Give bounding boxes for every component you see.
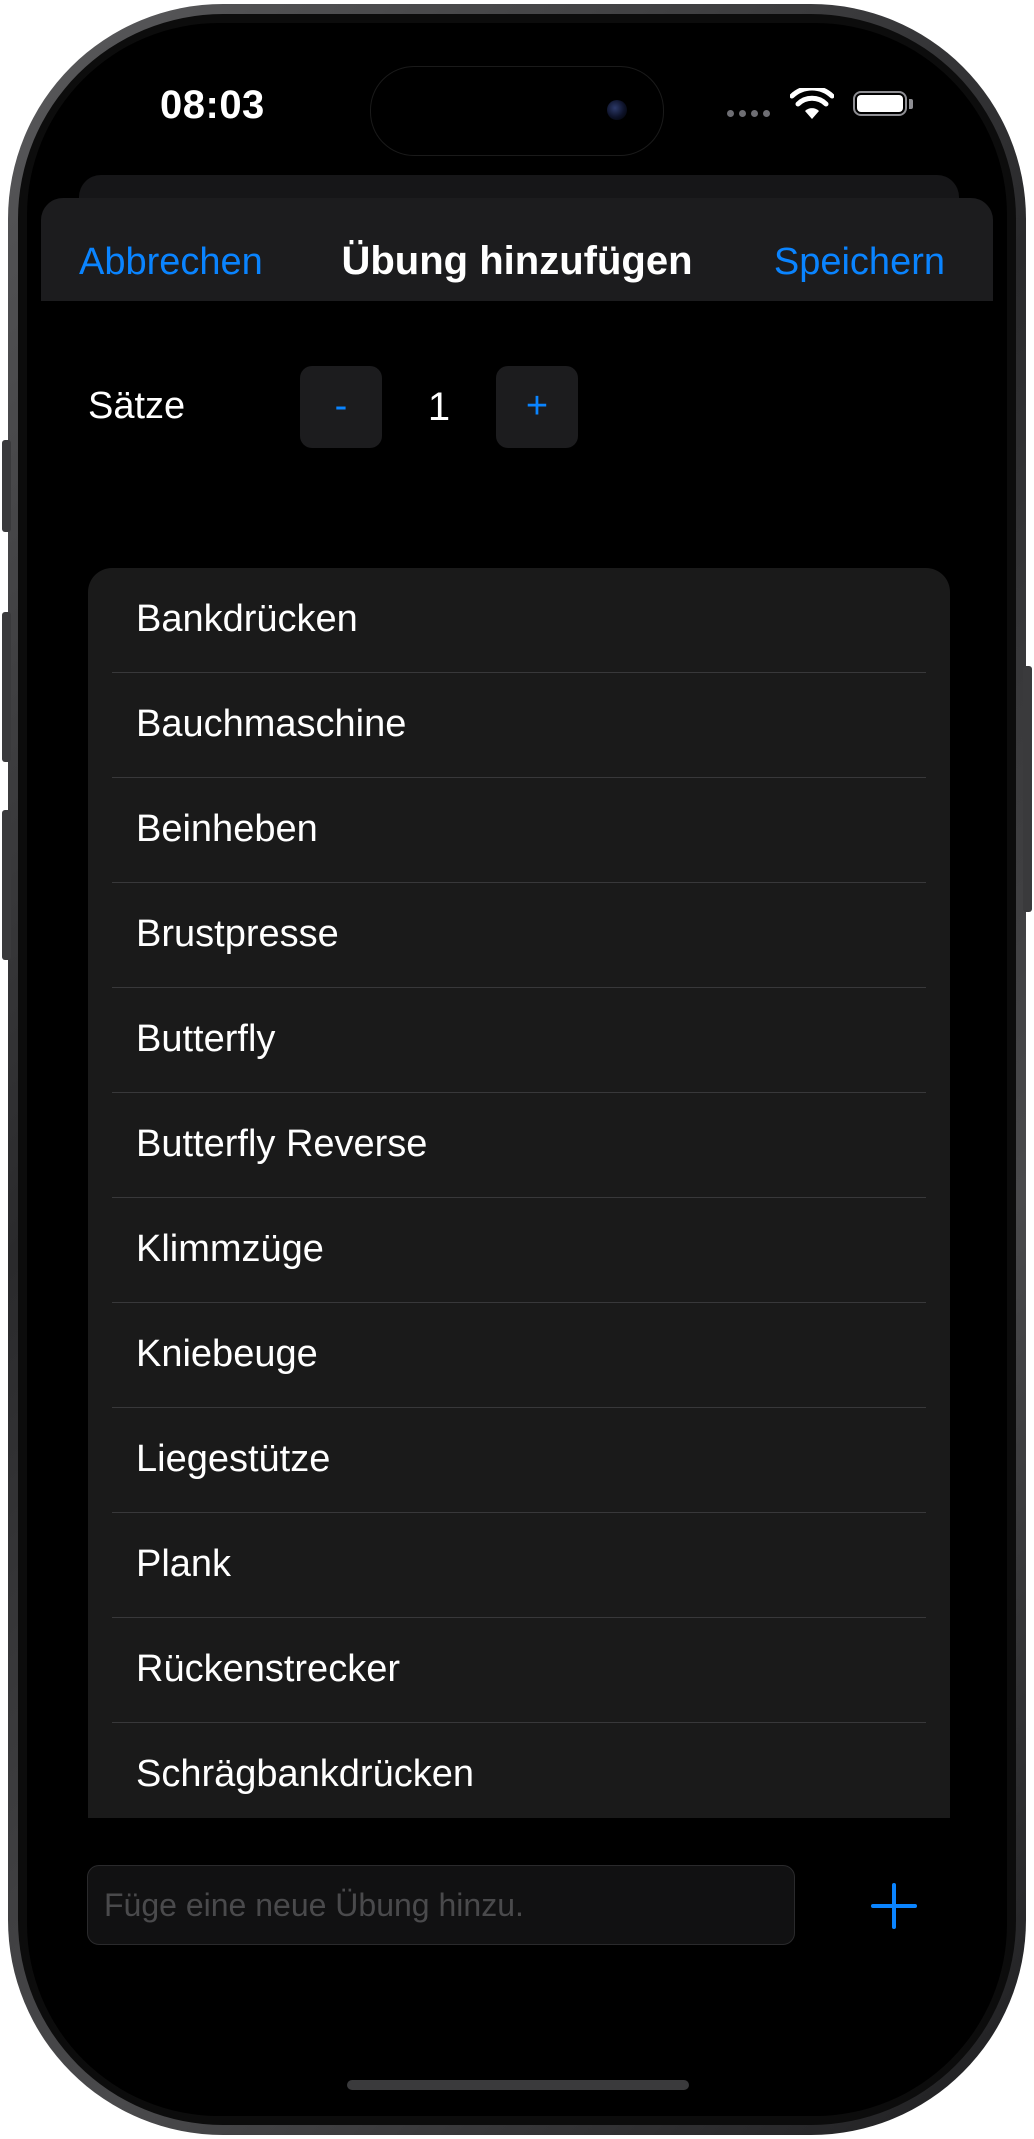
list-item[interactable]: Bauchmaschine [88,673,950,778]
power-button [1023,666,1032,912]
action-button [2,440,11,532]
increment-sets-button[interactable]: + [496,366,578,448]
list-item[interactable]: Butterfly Reverse [88,1093,950,1198]
list-item[interactable]: Kniebeuge [88,1303,950,1408]
exercise-label: Butterfly Reverse [136,1123,428,1165]
list-item[interactable]: Beinheben [88,778,950,883]
exercise-label: Beinheben [136,808,318,850]
list-item[interactable]: Brustpresse [88,883,950,988]
list-item[interactable]: Bankdrücken [88,568,950,673]
volume-up-button [2,612,11,762]
status-time: 08:03 [160,83,265,127]
exercise-label: Bauchmaschine [136,703,407,745]
list-item[interactable]: Butterfly [88,988,950,1093]
volume-down-button [2,810,11,960]
exercise-label: Bankdrücken [136,598,358,640]
battery-tip [909,99,913,109]
battery-level [857,95,903,112]
front-camera [607,100,627,120]
exercise-label: Plank [136,1543,232,1585]
screen: 08:03 Abbrechen Übung hinzufügen Speiche… [27,23,1007,2116]
dynamic-island [370,66,664,156]
decrement-sets-button[interactable]: - [300,366,382,448]
exercise-label: Brustpresse [136,913,339,955]
list-item[interactable]: Klimmzüge [88,1198,950,1303]
exercise-list: Bankdrücken Bauchmaschine Beinheben Brus… [88,568,950,1818]
new-exercise-input[interactable] [87,1865,795,1945]
list-item[interactable]: Schrägbankdrücken [88,1723,950,1818]
exercise-label: Klimmzüge [136,1228,324,1270]
exercise-label: Butterfly [136,1018,276,1060]
exercise-label: Kniebeuge [136,1333,318,1375]
sets-label: Sätze [88,385,186,427]
cellular-dots-icon [727,110,770,117]
exercise-label: Liegestütze [136,1438,331,1480]
list-item[interactable]: Liegestütze [88,1408,950,1513]
exercise-label: Schrägbankdrücken [136,1753,474,1795]
list-item[interactable]: Rückenstrecker [88,1618,950,1723]
save-button[interactable]: Speichern [774,241,945,284]
sets-value: 1 [427,385,451,429]
wifi-icon [790,88,834,119]
list-item[interactable]: Plank [88,1513,950,1618]
plus-icon[interactable] [867,1879,921,1933]
home-indicator[interactable] [347,2080,689,2090]
exercise-label: Rückenstrecker [136,1648,400,1690]
battery-icon [853,91,907,116]
